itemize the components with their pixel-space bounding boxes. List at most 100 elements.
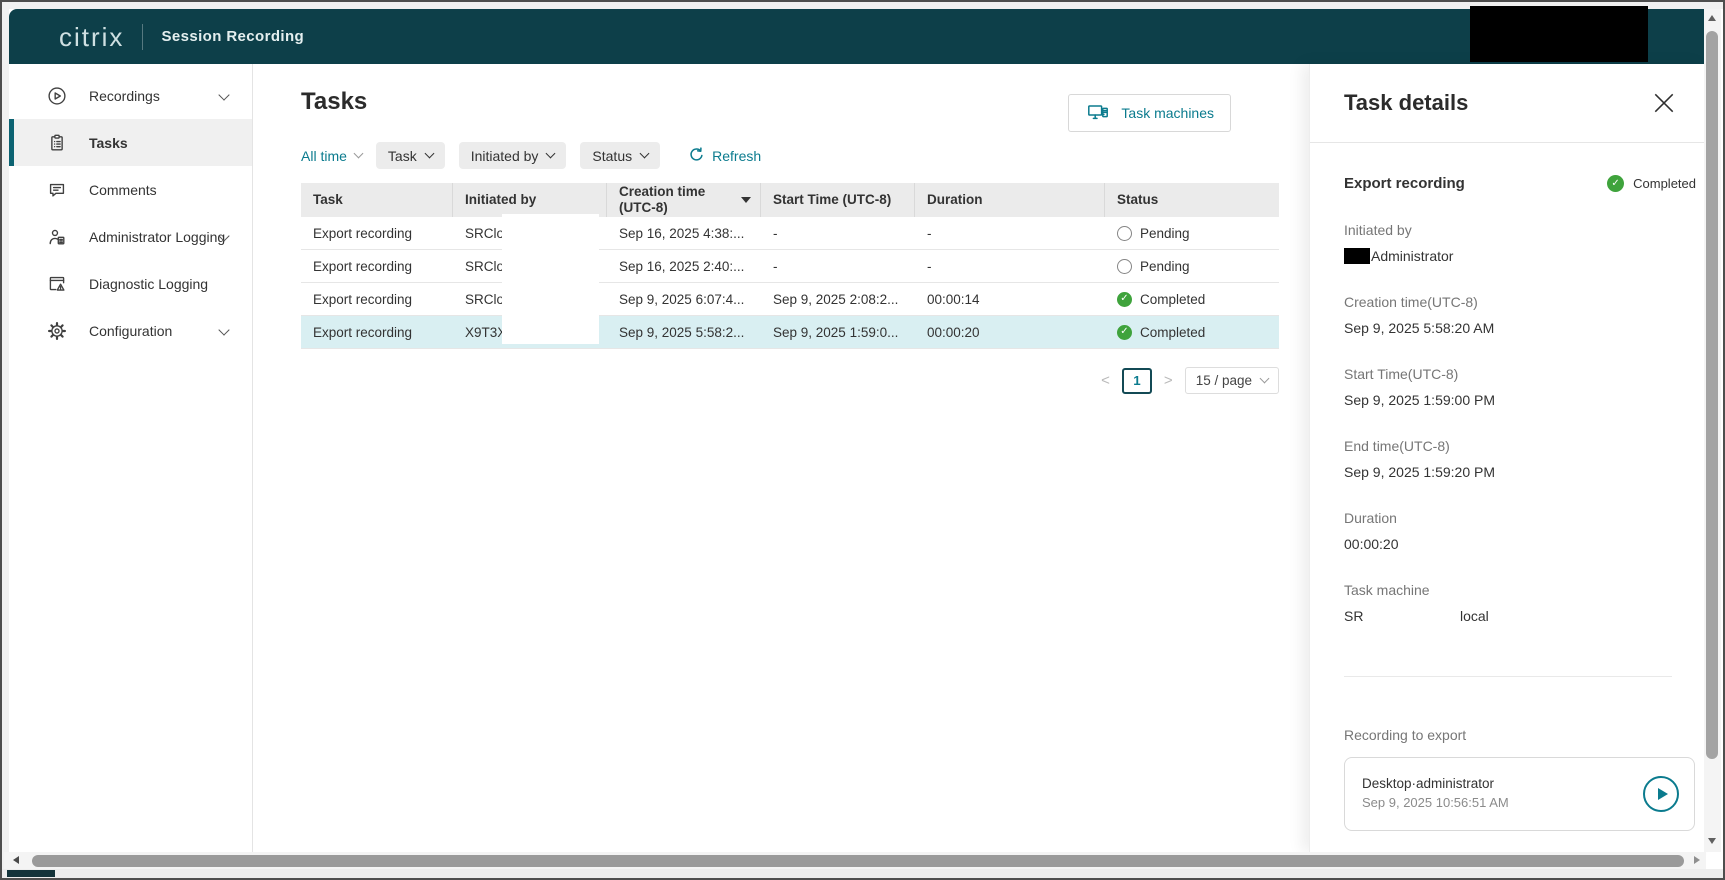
product-title: Session Recording bbox=[161, 28, 304, 45]
task-details-panel: Task details Export recording Completed … bbox=[1309, 64, 1706, 852]
table-row-selected[interactable]: Export recording X9T3XY Sep 9, 2025 5:58… bbox=[301, 316, 1279, 349]
sidebar-item-label: Administrator Logging bbox=[89, 229, 225, 245]
status-label: Pending bbox=[1140, 259, 1190, 274]
status-pending-icon bbox=[1117, 226, 1132, 241]
status-completed-icon bbox=[1117, 325, 1132, 340]
refresh-button[interactable]: Refresh bbox=[682, 146, 767, 165]
bottom-left-accent bbox=[7, 870, 55, 877]
diagnostic-warning-icon bbox=[45, 272, 69, 296]
column-header-start-time[interactable]: Start Time (UTC-8) bbox=[761, 183, 915, 217]
initiated-by-filter[interactable]: Initiated by bbox=[459, 142, 567, 169]
current-page-button[interactable]: 1 bbox=[1122, 368, 1152, 394]
refresh-icon bbox=[688, 147, 705, 164]
status-label: Completed bbox=[1140, 292, 1205, 307]
vertical-scrollbar[interactable] bbox=[1704, 9, 1721, 852]
sidebar-item-label: Diagnostic Logging bbox=[89, 276, 208, 292]
time-range-filter[interactable]: All time bbox=[301, 148, 362, 164]
scroll-right-icon[interactable] bbox=[1694, 856, 1700, 864]
status-completed-icon bbox=[1607, 175, 1624, 192]
horizontal-scrollbar[interactable] bbox=[4, 852, 1706, 869]
window-frame-bottom bbox=[2, 869, 1723, 878]
chevron-down-icon bbox=[218, 324, 229, 335]
task-machines-button[interactable]: Task machines bbox=[1068, 94, 1231, 132]
sidebar-item-label: Tasks bbox=[89, 135, 128, 151]
page-size-select[interactable]: 15 / page bbox=[1185, 367, 1279, 394]
brand-divider bbox=[142, 24, 143, 50]
redaction-box-user bbox=[1344, 248, 1370, 264]
field-creation-time: Creation time(UTC-8) Sep 9, 2025 5:58:20… bbox=[1344, 294, 1672, 336]
previous-page-button[interactable]: < bbox=[1099, 372, 1112, 389]
field-initiated-by: Initiated by Administrator bbox=[1344, 222, 1672, 264]
scroll-down-icon[interactable] bbox=[1708, 838, 1716, 844]
chevron-down-icon bbox=[1260, 374, 1270, 384]
chevron-down-icon bbox=[218, 89, 229, 100]
task-filter[interactable]: Task bbox=[376, 142, 445, 169]
panel-body: Export recording Completed Initiated by … bbox=[1310, 175, 1706, 831]
recording-name: Desktop·administrator bbox=[1362, 776, 1527, 791]
clipboard-icon bbox=[45, 131, 69, 155]
citrix-logo: citrix bbox=[59, 24, 124, 50]
next-page-button[interactable]: > bbox=[1162, 372, 1175, 389]
recording-card[interactable]: Desktop·administrator Sep 9, 2025 10:56:… bbox=[1344, 757, 1695, 831]
column-header-initiated-by[interactable]: Initiated by bbox=[453, 183, 607, 217]
sidebar-item-diagnostic-logging[interactable]: Diagnostic Logging bbox=[9, 260, 252, 307]
sidebar-item-tasks[interactable]: Tasks bbox=[9, 119, 252, 166]
table-row[interactable]: Export recording SRClou Sep 16, 2025 2:4… bbox=[301, 250, 1279, 283]
app-header: citrix Session Recording bbox=[9, 9, 1706, 64]
column-header-status[interactable]: Status bbox=[1105, 183, 1279, 217]
sidebar-item-label: Configuration bbox=[89, 323, 172, 339]
field-start-time: Start Time(UTC-8) Sep 9, 2025 1:59:00 PM bbox=[1344, 366, 1672, 408]
main-content: Tasks Task machines All time Task Initia… bbox=[253, 64, 1309, 852]
panel-header: Task details bbox=[1310, 64, 1706, 143]
sidebar-item-recordings[interactable]: Recordings bbox=[9, 72, 252, 119]
task-machines-icon bbox=[1085, 101, 1111, 125]
chevron-down-icon bbox=[640, 149, 650, 159]
sidebar: Recordings Tasks Comments Administrator … bbox=[9, 64, 253, 852]
refresh-label: Refresh bbox=[712, 148, 761, 164]
sidebar-item-comments[interactable]: Comments bbox=[9, 166, 252, 213]
task-summary-row: Export recording Completed bbox=[1344, 175, 1696, 192]
section-divider bbox=[1344, 676, 1672, 677]
table-row[interactable]: Export recording SRClou Sep 16, 2025 4:3… bbox=[301, 217, 1279, 250]
column-header-task[interactable]: Task bbox=[301, 183, 453, 217]
vertical-scrollbar-thumb[interactable] bbox=[1706, 31, 1718, 759]
column-header-creation-time[interactable]: Creation time (UTC-8) bbox=[607, 183, 761, 217]
play-circle-icon bbox=[45, 84, 69, 108]
redaction-box-header bbox=[1470, 6, 1648, 62]
status-pending-icon bbox=[1117, 259, 1132, 274]
table-header-row: Task Initiated by Creation time (UTC-8) … bbox=[301, 183, 1279, 217]
browser-window: citrix Session Recording Recordings Task… bbox=[0, 0, 1725, 880]
field-task-machine: Task machine SRlocal bbox=[1344, 582, 1672, 624]
status-filter[interactable]: Status bbox=[580, 142, 660, 169]
field-end-time: End time(UTC-8) Sep 9, 2025 1:59:20 PM bbox=[1344, 438, 1672, 480]
recording-to-export-label: Recording to export bbox=[1344, 727, 1672, 743]
redaction-box-table bbox=[502, 214, 599, 344]
chevron-down-icon bbox=[546, 149, 556, 159]
sort-desc-icon bbox=[741, 197, 751, 203]
table-row[interactable]: Export recording SRClou Sep 9, 2025 6:07… bbox=[301, 283, 1279, 316]
scroll-up-icon[interactable] bbox=[1708, 15, 1716, 21]
status-label: Pending bbox=[1140, 226, 1190, 241]
pagination: < 1 > 15 / page bbox=[301, 367, 1279, 394]
sidebar-item-administrator-logging[interactable]: Administrator Logging bbox=[9, 213, 252, 260]
chevron-down-icon bbox=[353, 149, 363, 159]
status-label: Completed bbox=[1140, 325, 1205, 340]
sidebar-item-label: Comments bbox=[89, 182, 157, 198]
task-name: Export recording bbox=[1344, 175, 1465, 192]
window-frame-top bbox=[2, 2, 1723, 9]
play-button[interactable] bbox=[1643, 776, 1679, 812]
admin-logging-icon bbox=[45, 225, 69, 249]
sidebar-item-label: Recordings bbox=[89, 88, 160, 104]
status-completed-icon bbox=[1117, 292, 1132, 307]
gear-icon bbox=[45, 319, 69, 343]
horizontal-scrollbar-thumb[interactable] bbox=[32, 855, 1684, 867]
chevron-down-icon bbox=[424, 149, 434, 159]
filters-bar: All time Task Initiated by Status Refres… bbox=[301, 142, 1309, 169]
scroll-left-icon[interactable] bbox=[13, 856, 19, 864]
column-header-duration[interactable]: Duration bbox=[915, 183, 1105, 217]
status-badge: Completed bbox=[1607, 175, 1696, 192]
close-icon[interactable] bbox=[1650, 89, 1678, 117]
window-frame-left bbox=[2, 2, 9, 869]
task-machines-label: Task machines bbox=[1121, 105, 1214, 121]
sidebar-item-configuration[interactable]: Configuration bbox=[9, 307, 252, 354]
